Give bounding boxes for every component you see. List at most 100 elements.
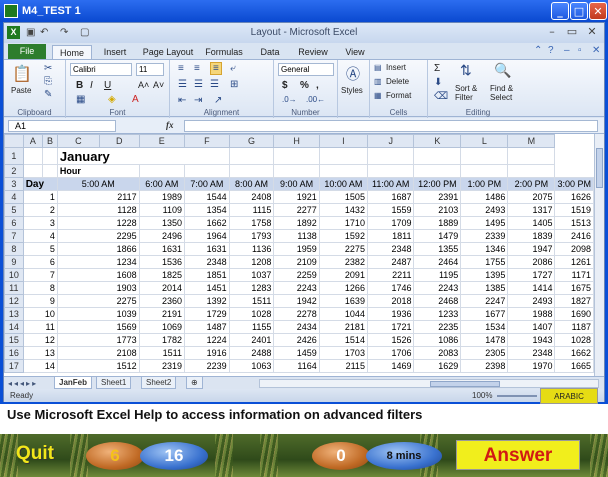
cell[interactable]	[184, 164, 230, 178]
row-header[interactable]: 10	[4, 268, 24, 282]
data-cell[interactable]: 1936	[366, 307, 415, 321]
hour-header[interactable]: 7:00 AM	[184, 177, 230, 191]
data-cell[interactable]: 1608	[56, 268, 140, 282]
merge-center-icon[interactable]: ⊞	[230, 79, 238, 90]
data-cell[interactable]: 1592	[318, 229, 368, 243]
data-cell[interactable]: 2181	[318, 320, 368, 334]
hour-header[interactable]: 3:00 PM	[554, 177, 594, 191]
underline-button[interactable]: U	[104, 80, 111, 91]
sort-filter-icon[interactable]: ⇅	[460, 62, 472, 79]
data-cell[interactable]: 2348	[184, 255, 230, 269]
tab-page-layout[interactable]: Page Layout	[142, 45, 194, 59]
close-button[interactable]: ✕	[589, 2, 607, 20]
data-cell[interactable]: 1385	[460, 281, 509, 295]
data-cell[interactable]: 1626	[554, 190, 594, 204]
data-cell[interactable]: 2305	[460, 346, 509, 360]
data-cell[interactable]: 1773	[56, 333, 140, 347]
data-cell[interactable]: 2464	[413, 255, 462, 269]
data-cell[interactable]: 2295	[56, 229, 140, 243]
row-header[interactable]: 17	[4, 359, 24, 373]
data-cell[interactable]: 2496	[138, 229, 186, 243]
delete-cells-button[interactable]: Delete	[386, 77, 409, 86]
vertical-scroll-thumb[interactable]	[596, 148, 603, 188]
insert-cells-button[interactable]: Insert	[386, 63, 406, 72]
data-cell[interactable]: 1959	[273, 242, 320, 256]
data-cell[interactable]: 2075	[507, 190, 556, 204]
day-cell[interactable]: 1	[22, 190, 58, 204]
data-cell[interactable]: 1138	[273, 229, 320, 243]
align-bottom-icon[interactable]: ≡	[210, 62, 222, 75]
day-cell[interactable]: 2	[22, 203, 58, 217]
tab-home[interactable]: Home	[52, 45, 92, 59]
fill-color-icon[interactable]: ◈	[108, 94, 116, 105]
data-cell[interactable]: 2086	[507, 255, 556, 269]
data-cell[interactable]: 1511	[138, 346, 186, 360]
zoom-slider[interactable]	[497, 395, 537, 397]
data-cell[interactable]: 1109	[138, 203, 186, 217]
data-cell[interactable]: 2348	[507, 346, 556, 360]
cell[interactable]	[413, 164, 462, 178]
cell[interactable]	[273, 147, 320, 165]
day-cell[interactable]: 8	[22, 281, 58, 295]
zoom-level[interactable]: 100%	[472, 391, 492, 400]
hour-header[interactable]: 6:00 AM	[138, 177, 186, 191]
data-cell[interactable]: 2348	[366, 242, 415, 256]
data-cell[interactable]: 1706	[366, 346, 415, 360]
data-cell[interactable]: 1709	[366, 216, 415, 230]
column-header[interactable]: J	[366, 134, 415, 148]
data-cell[interactable]: 1234	[56, 255, 140, 269]
formula-input[interactable]	[184, 120, 598, 132]
cell[interactable]	[366, 164, 415, 178]
cut-icon[interactable]: ✂	[44, 63, 52, 74]
sheet-title[interactable]: January	[56, 147, 230, 165]
italic-button[interactable]: I	[90, 80, 93, 91]
font-color-icon[interactable]: A	[132, 94, 139, 105]
data-cell[interactable]: 1233	[413, 307, 462, 321]
data-cell[interactable]: 1171	[554, 268, 594, 282]
data-cell[interactable]: 1350	[138, 216, 186, 230]
data-cell[interactable]: 1063	[228, 359, 275, 373]
cell[interactable]	[507, 164, 556, 178]
column-header[interactable]: C	[56, 134, 100, 148]
data-cell[interactable]: 2014	[138, 281, 186, 295]
data-cell[interactable]: 1903	[56, 281, 140, 295]
data-cell[interactable]: 1727	[507, 268, 556, 282]
data-cell[interactable]: 1519	[554, 203, 594, 217]
data-cell[interactable]: 1224	[184, 333, 230, 347]
decrease-decimal-icon[interactable]: .00←	[306, 95, 325, 104]
row-header[interactable]: 1	[4, 147, 24, 165]
data-cell[interactable]: 1115	[228, 203, 275, 217]
day-cell[interactable]: 14	[22, 359, 58, 373]
data-cell[interactable]: 1451	[184, 281, 230, 295]
data-cell[interactable]: 1405	[507, 216, 556, 230]
excel-close-icon[interactable]: ✕	[584, 25, 600, 40]
data-cell[interactable]: 2401	[228, 333, 275, 347]
data-cell[interactable]: 2416	[554, 229, 594, 243]
font-size-box[interactable]: 11	[136, 63, 164, 76]
styles-button[interactable]: Styles	[341, 86, 363, 95]
data-cell[interactable]: 2487	[366, 255, 415, 269]
maximize-button[interactable]: □	[570, 2, 588, 20]
data-cell[interactable]: 2091	[318, 268, 368, 282]
column-header[interactable]: G	[228, 134, 275, 148]
data-cell[interactable]: 1758	[228, 216, 275, 230]
answer-button[interactable]: Answer	[456, 440, 580, 470]
find-label[interactable]: Find &	[490, 84, 513, 93]
data-cell[interactable]: 1892	[273, 216, 320, 230]
data-cell[interactable]: 2239	[184, 359, 230, 373]
data-cell[interactable]: 1921	[273, 190, 320, 204]
ribbon-collapse-icon[interactable]: ⌃	[534, 45, 542, 56]
data-cell[interactable]: 1486	[460, 190, 509, 204]
increase-decimal-icon[interactable]: .0→	[282, 95, 297, 104]
data-cell[interactable]: 1195	[413, 268, 462, 282]
data-cell[interactable]: 1866	[56, 242, 140, 256]
data-cell[interactable]: 2103	[413, 203, 462, 217]
cell[interactable]	[22, 147, 44, 165]
data-cell[interactable]: 1487	[184, 320, 230, 334]
align-left-icon[interactable]: ☰	[178, 79, 187, 90]
row-header[interactable]: 16	[4, 346, 24, 360]
cell[interactable]	[318, 147, 368, 165]
borders-icon[interactable]: ▦	[76, 94, 85, 105]
data-cell[interactable]: 1916	[184, 346, 230, 360]
data-cell[interactable]: 1631	[184, 242, 230, 256]
